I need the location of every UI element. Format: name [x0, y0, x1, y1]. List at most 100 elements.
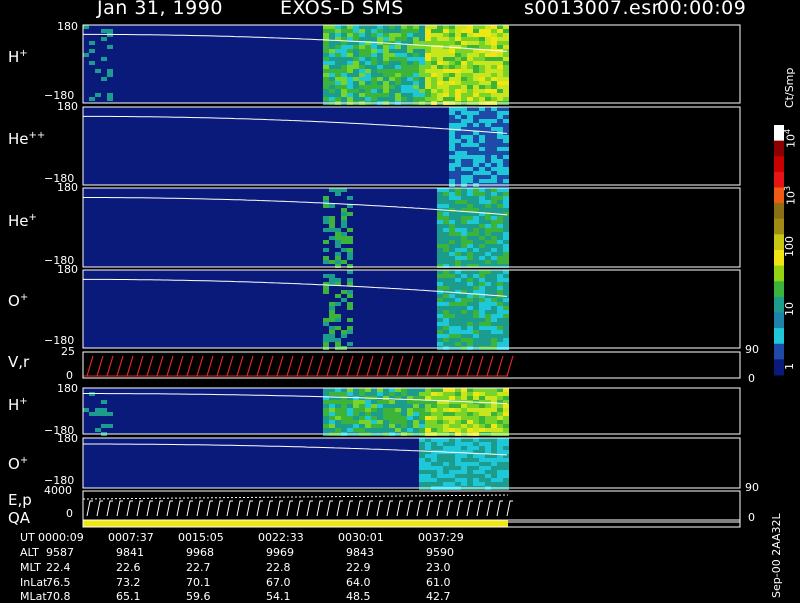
- heat-cell: [323, 204, 329, 208]
- heat-cell: [437, 77, 443, 81]
- heat-cell: [371, 69, 377, 73]
- heat-cell: [479, 216, 485, 220]
- heat-cell: [479, 57, 485, 61]
- heat-cell: [461, 256, 467, 260]
- heat-cell: [461, 37, 467, 41]
- heat-cell: [449, 282, 455, 286]
- heat-cell: [497, 408, 503, 412]
- heat-cell: [461, 278, 467, 282]
- heat-cell: [497, 338, 503, 342]
- heat-cell: [341, 404, 347, 408]
- heat-cell: [497, 248, 503, 252]
- heat-cell: [449, 294, 455, 298]
- heat-cell: [413, 73, 419, 77]
- heat-cell: [461, 466, 467, 470]
- heat-cell: [341, 240, 347, 244]
- heat-cell: [485, 57, 491, 61]
- heat-cell: [485, 244, 491, 248]
- heat-cell: [461, 412, 467, 416]
- heat-cell: [455, 408, 461, 412]
- heat-cell: [473, 159, 479, 163]
- heat-cell: [413, 420, 419, 424]
- heat-cell: [491, 474, 497, 478]
- heat-cell: [347, 33, 353, 37]
- heat-cell: [341, 334, 347, 338]
- heat-cell: [437, 470, 443, 474]
- heat-cell: [503, 318, 509, 322]
- heat-cell: [425, 65, 431, 69]
- heat-cell: [437, 314, 443, 318]
- heat-cell: [479, 256, 485, 260]
- heat-cell: [341, 232, 347, 236]
- heat-cell: [341, 49, 347, 53]
- heat-cell: [401, 97, 407, 101]
- heat-cell: [473, 446, 479, 450]
- heat-cell: [461, 155, 467, 159]
- heat-cell: [491, 163, 497, 167]
- heat-cell: [503, 252, 509, 256]
- ep-trace: [246, 500, 253, 517]
- heat-cell: [329, 420, 335, 424]
- file-name: s0013007.esr: [524, 0, 660, 19]
- heat-cell: [455, 282, 461, 286]
- heat-cell: [419, 428, 425, 432]
- heat-cell: [455, 338, 461, 342]
- heat-cell: [413, 400, 419, 404]
- heat-cell: [455, 290, 461, 294]
- heat-cell: [383, 53, 389, 57]
- heat-cell: [449, 25, 455, 29]
- heat-cell: [419, 416, 425, 420]
- heat-cell: [365, 49, 371, 53]
- heat-cell: [335, 408, 341, 412]
- heat-cell: [473, 442, 479, 446]
- heat-cell: [455, 147, 461, 151]
- heat-cell: [503, 65, 509, 69]
- heat-cell: [467, 69, 473, 73]
- heat-cell: [365, 69, 371, 73]
- heat-cell: [449, 298, 455, 302]
- heat-cell: [419, 69, 425, 73]
- heat-cell: [503, 458, 509, 462]
- heat-cell: [407, 57, 413, 61]
- heat-cell: [497, 392, 503, 396]
- heat-cell: [107, 73, 113, 77]
- heat-cell: [461, 314, 467, 318]
- heat-cell: [449, 65, 455, 69]
- heat-cell: [389, 77, 395, 81]
- heat-cell: [485, 416, 491, 420]
- heat-cell: [461, 212, 467, 216]
- heat-cell: [455, 322, 461, 326]
- heat-cell: [449, 167, 455, 171]
- heat-cell: [443, 462, 449, 466]
- heat-cell: [437, 322, 443, 326]
- heat-cell: [407, 428, 413, 432]
- heat-cell: [485, 274, 491, 278]
- heat-cell: [431, 462, 437, 466]
- heat-cell: [461, 111, 467, 115]
- heat-cell: [347, 73, 353, 77]
- heat-cell: [467, 224, 473, 228]
- heat-cell: [479, 240, 485, 244]
- heat-cell: [371, 49, 377, 53]
- heat-cell: [437, 248, 443, 252]
- colorbar-tick-1: 1: [783, 363, 796, 370]
- heat-cell: [473, 420, 479, 424]
- heat-cell: [395, 400, 401, 404]
- heat-cell: [497, 41, 503, 45]
- heat-cell: [335, 400, 341, 404]
- colorbar-band: [774, 328, 784, 345]
- heat-cell: [479, 220, 485, 224]
- heat-cell: [479, 260, 485, 264]
- heat-cell: [467, 89, 473, 93]
- heat-cell: [437, 318, 443, 322]
- heat-cell: [491, 57, 497, 61]
- heat-cell: [473, 85, 479, 89]
- heat-cell: [461, 93, 467, 97]
- heat-cell: [491, 388, 497, 392]
- heat-cell: [485, 135, 491, 139]
- heat-cell: [365, 388, 371, 392]
- heat-cell: [503, 470, 509, 474]
- heat-cell: [107, 45, 113, 49]
- heat-cell: [497, 256, 503, 260]
- heat-cell: [449, 424, 455, 428]
